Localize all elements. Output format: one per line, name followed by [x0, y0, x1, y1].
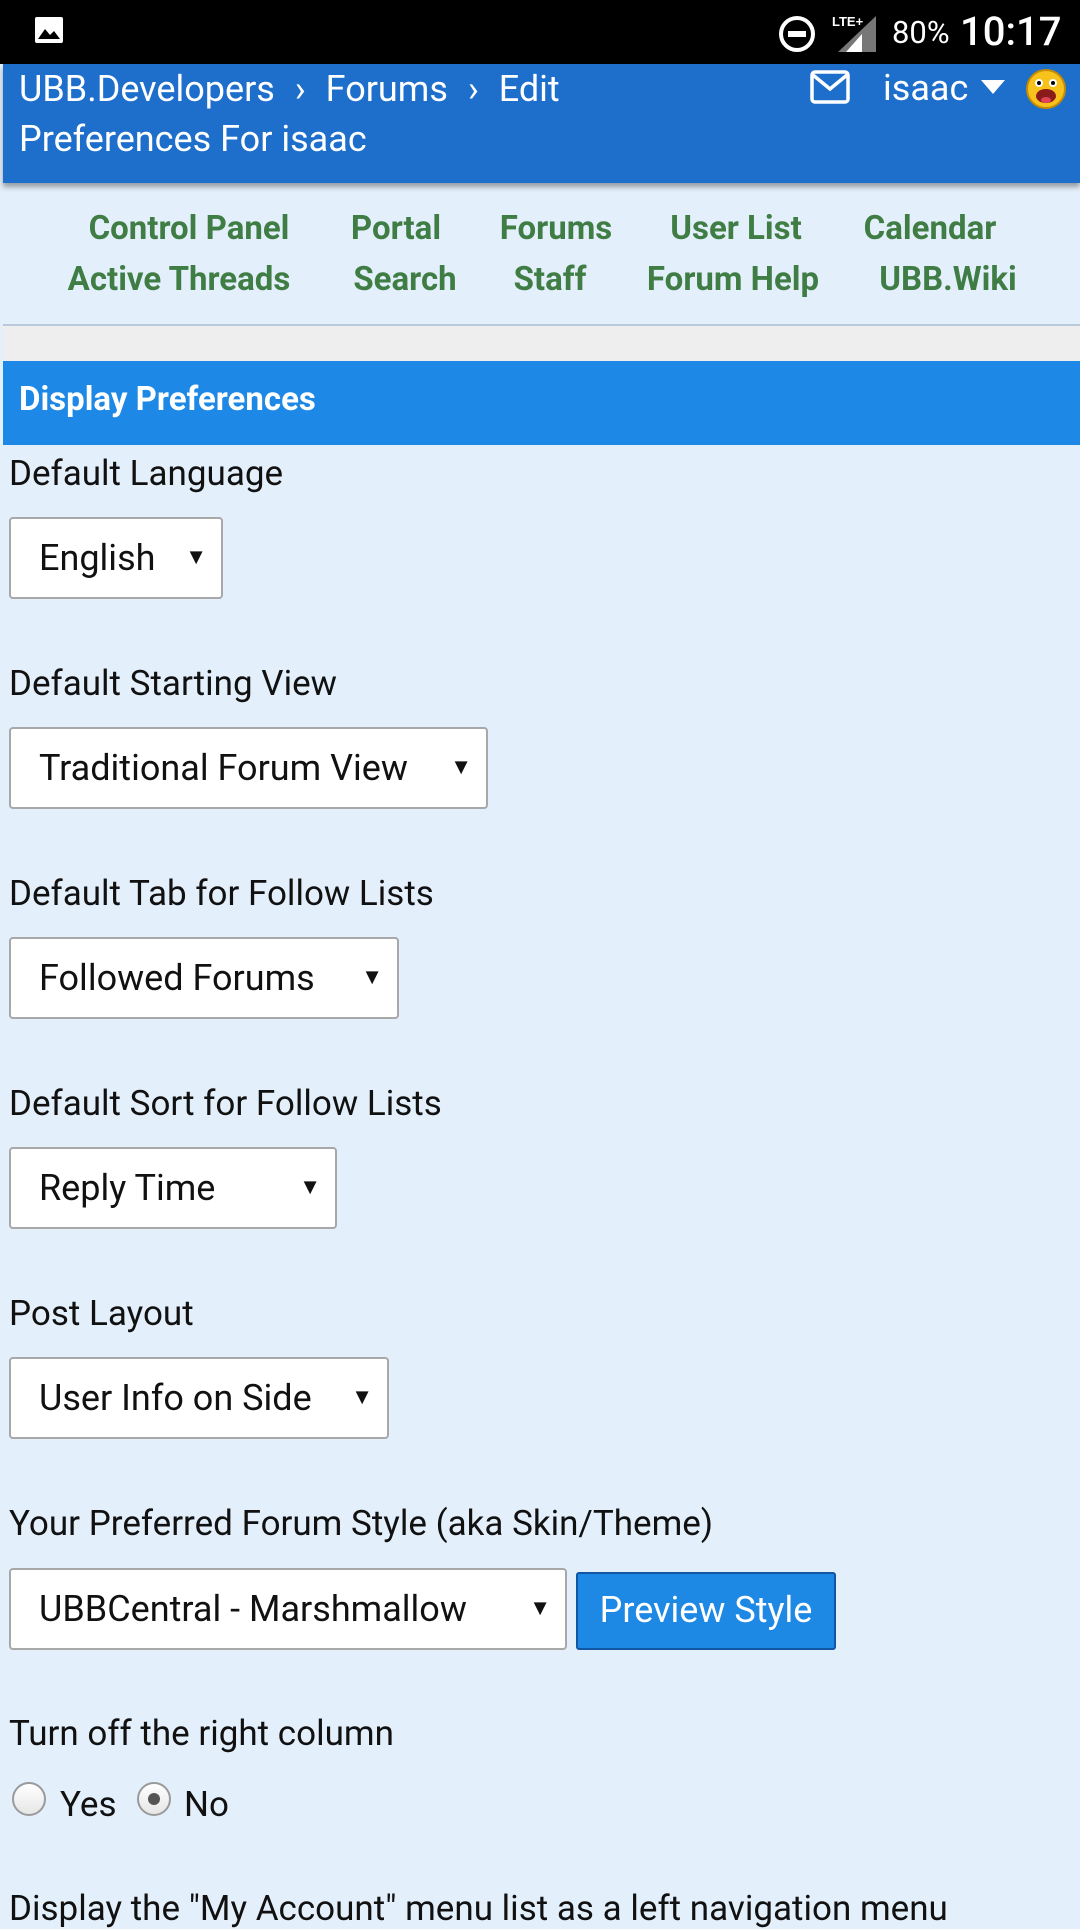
- starting-view-value: Traditional Forum View: [39, 747, 408, 789]
- lte-signal-icon: LTE+: [832, 14, 876, 52]
- breadcrumb-forums[interactable]: Forums: [326, 68, 448, 110]
- right-column-no-radio[interactable]: [137, 1782, 171, 1816]
- follow-sort-label: Default Sort for Follow Lists: [9, 1083, 442, 1124]
- svg-text:LTE+: LTE+: [832, 14, 864, 29]
- dropdown-arrow-icon: ▼: [185, 545, 207, 570]
- nav-staff[interactable]: Staff: [514, 260, 587, 299]
- avatar[interactable]: [1025, 68, 1067, 110]
- right-column-label: Turn off the right column: [9, 1713, 394, 1754]
- dropdown-arrow-icon: ▼: [361, 965, 383, 990]
- right-column-yes-label: Yes: [60, 1784, 117, 1825]
- forum-style-value: UBBCentral - Marshmallow: [39, 1588, 467, 1630]
- dropdown-arrow-icon: ▼: [450, 755, 472, 780]
- section-title: Display Preferences: [3, 361, 1080, 445]
- nav-forums[interactable]: Forums: [500, 209, 613, 248]
- gallery-icon: [35, 17, 63, 43]
- forum-style-select[interactable]: UBBCentral - Marshmallow ▼: [9, 1568, 567, 1650]
- nav-ubb-wiki[interactable]: UBB.Wiki: [879, 260, 1016, 299]
- breadcrumb-separator: ›: [467, 68, 479, 110]
- dropdown-arrow-icon: ▼: [351, 1385, 373, 1410]
- breadcrumb-separator: ›: [294, 68, 306, 110]
- top-header: UBB.Developers › Forums › Edit Preferences F…: [3, 64, 1080, 183]
- starting-view-select[interactable]: Traditional Forum View ▼: [9, 727, 488, 809]
- dropdown-arrow-icon: ▼: [299, 1175, 321, 1200]
- post-layout-value: User Info on Side: [39, 1377, 312, 1419]
- clock: 10:17: [960, 8, 1062, 55]
- nav-portal[interactable]: Portal: [351, 209, 441, 248]
- starting-view-label: Default Starting View: [9, 663, 337, 704]
- nav-search[interactable]: Search: [353, 260, 456, 299]
- follow-tab-value: Followed Forums: [39, 957, 315, 999]
- follow-sort-value: Reply Time: [39, 1167, 216, 1209]
- language-label: Default Language: [9, 453, 284, 494]
- right-column-yes-radio[interactable]: [12, 1782, 46, 1816]
- mail-icon[interactable]: [810, 70, 850, 104]
- post-layout-select[interactable]: User Info on Side ▼: [9, 1357, 389, 1439]
- status-bar: LTE+ 80% 10:17: [0, 0, 1080, 64]
- username-menu[interactable]: isaac: [883, 64, 968, 112]
- post-layout-label: Post Layout: [9, 1293, 194, 1334]
- forum-style-label: Your Preferred Forum Style (aka Skin/The…: [9, 1503, 714, 1544]
- main-nav: Control Panel Portal Forums User List Ca…: [3, 192, 1080, 326]
- my-account-menu-label: Display the "My Account" menu list as a …: [9, 1888, 948, 1929]
- follow-tab-select[interactable]: Followed Forums ▼: [9, 937, 399, 1019]
- breadcrumb: UBB.Developers › Forums › Edit Preferences F…: [19, 64, 639, 164]
- breadcrumb-home[interactable]: UBB.Developers: [19, 68, 275, 110]
- nav-forum-help[interactable]: Forum Help: [647, 260, 819, 299]
- dropdown-arrow-icon: ▼: [529, 1596, 551, 1621]
- nav-active-threads[interactable]: Active Threads: [68, 260, 291, 299]
- follow-tab-label: Default Tab for Follow Lists: [9, 873, 434, 914]
- nav-control-panel[interactable]: Control Panel: [89, 209, 290, 248]
- right-column-no-label: No: [184, 1784, 229, 1825]
- battery-level: 80%: [892, 14, 950, 51]
- do-not-disturb-icon: [779, 16, 815, 52]
- language-value: English: [39, 537, 156, 579]
- chevron-down-icon[interactable]: [981, 80, 1005, 96]
- spacer: [3, 326, 1080, 361]
- nav-calendar[interactable]: Calendar: [864, 209, 997, 248]
- nav-user-list[interactable]: User List: [670, 209, 802, 248]
- follow-sort-select[interactable]: Reply Time ▼: [9, 1147, 337, 1229]
- preview-style-button[interactable]: Preview Style: [576, 1572, 836, 1650]
- language-select[interactable]: English ▼: [9, 517, 223, 599]
